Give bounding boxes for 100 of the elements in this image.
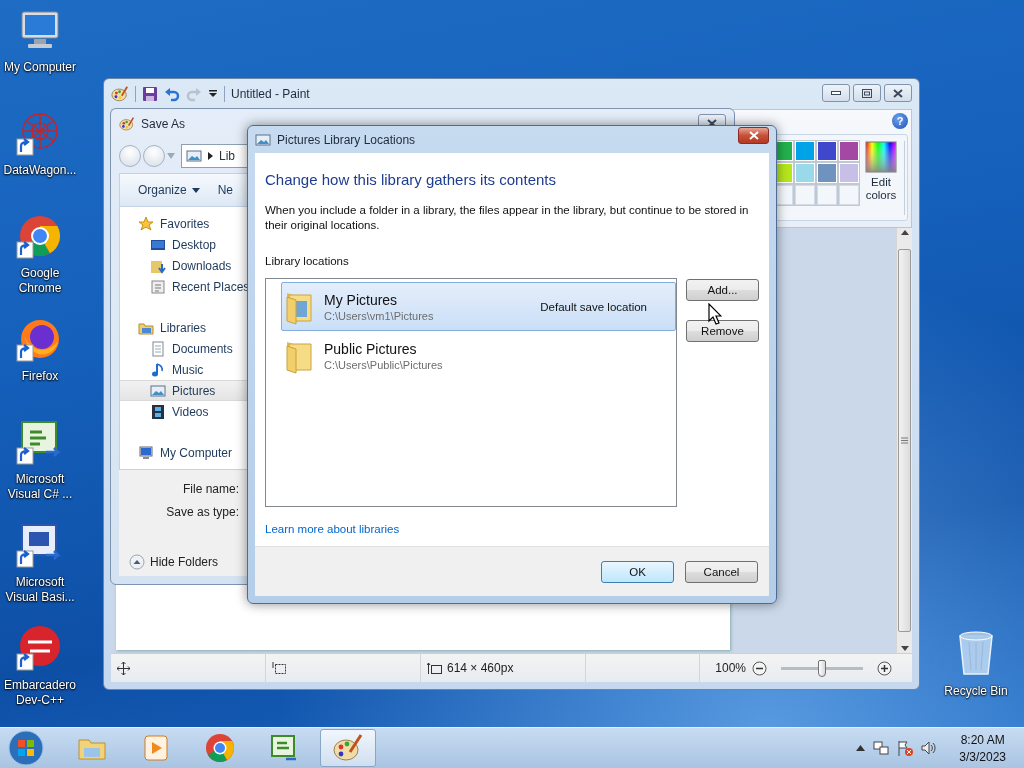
grip-icon (901, 437, 908, 444)
nav-item[interactable]: Libraries (120, 317, 248, 338)
ok-button[interactable]: OK (601, 560, 674, 583)
desktop-icon-label: DataWagon... (2, 163, 78, 178)
empty-swatch[interactable] (817, 185, 837, 205)
desktop-icon-label: Firefox (20, 369, 60, 384)
color-spectrum-icon (865, 141, 897, 173)
color-swatch[interactable] (795, 141, 815, 161)
desktop-shortcut[interactable]: Microsoft Visual Basi... (0, 521, 80, 624)
learn-more-link[interactable]: Learn more about libraries (265, 523, 400, 535)
show-hidden-icons-icon[interactable] (856, 745, 866, 751)
desktop-shortcut[interactable]: My Computer (0, 6, 80, 109)
desktop-shortcut[interactable]: DataWagon... (0, 109, 80, 212)
move-icon (117, 661, 130, 675)
music-icon (150, 361, 166, 378)
start-icon (8, 730, 44, 766)
zoom-out-icon[interactable] (752, 660, 767, 676)
location-path: C:\Users\Public\Pictures (324, 358, 444, 371)
paint-palette-icon[interactable] (111, 85, 129, 103)
taskbar-app-button[interactable] (320, 729, 376, 767)
field-label: Save as type: (165, 505, 239, 519)
color-swatch[interactable] (795, 163, 815, 183)
minimize-button[interactable] (822, 84, 850, 102)
selection-icon (272, 661, 287, 675)
caret-icon[interactable] (208, 89, 218, 99)
image-size-icon (427, 661, 442, 675)
undo-icon[interactable] (164, 86, 180, 102)
color-swatch[interactable] (817, 141, 837, 161)
hide-folders-button[interactable]: Hide Folders (129, 554, 219, 570)
cancel-button[interactable]: Cancel (685, 560, 758, 583)
nav-item[interactable]: Documents (120, 338, 248, 359)
desktop-shortcut[interactable]: Microsoft Visual C# ... (0, 418, 80, 521)
recent-icon (150, 278, 166, 295)
network-icon[interactable] (873, 740, 890, 756)
scrollbar[interactable] (896, 228, 912, 653)
save-icon[interactable] (142, 86, 158, 102)
nav-item[interactable]: Favorites (120, 213, 248, 234)
pictures-icon (255, 131, 271, 148)
start-button[interactable] (6, 729, 46, 767)
desktop-shortcut[interactable]: Embarcadero Dev-C++ (0, 624, 80, 727)
toolbar-button[interactable]: Ne (217, 183, 234, 197)
close-icon (893, 88, 903, 98)
restore-button[interactable] (853, 84, 881, 102)
paint-palette-icon[interactable] (119, 116, 135, 132)
documents-icon (150, 340, 166, 357)
location-path: C:\Users\vm1\Pictures (324, 309, 435, 322)
location-name: My Pictures (324, 291, 399, 308)
browser-icon (204, 732, 236, 764)
dialog-description: When you include a folder in a library, the files appear in the library, but continue to be stored in their original locations. (265, 203, 750, 233)
toolbar-button[interactable]: Organize (138, 183, 200, 197)
location-item[interactable]: Public Pictures C:\Users\Public\Pictures (281, 331, 676, 380)
desktop-icon-label: Google Chrome (17, 266, 63, 296)
slider-thumb[interactable] (818, 659, 826, 677)
clock[interactable]: 8:20 AM 3/3/2023 (959, 732, 1006, 764)
close-button[interactable] (884, 84, 912, 102)
caret-icon (191, 187, 200, 193)
pictures-icon (150, 382, 166, 399)
edit-colors-button[interactable]: Edit colors (862, 141, 900, 202)
restore-icon (862, 88, 872, 98)
remove-button[interactable]: Remove (686, 320, 759, 342)
dialog-heading: Change how this library gathers its contents (265, 171, 557, 188)
scroll-up-icon[interactable] (900, 230, 909, 235)
pictures-icon (186, 148, 202, 164)
list-label: Library locations (265, 255, 350, 267)
close-button[interactable] (738, 127, 769, 144)
zoom-percent: 100% (715, 661, 746, 675)
desktop-shortcut[interactable]: Google Chrome (0, 212, 80, 315)
field-label: File name: (181, 482, 239, 496)
dialog-title: Save As (141, 117, 186, 131)
location-item[interactable]: My Pictures C:\Users\vm1\Pictures Default save location (281, 282, 676, 331)
scroll-down-icon[interactable] (900, 646, 909, 651)
empty-swatch[interactable] (839, 185, 859, 205)
empty-swatch[interactable] (795, 185, 815, 205)
desktop-icon-label: My Computer (3, 60, 77, 75)
scroll-thumb[interactable] (898, 249, 911, 632)
nav-item[interactable]: Downloads (120, 255, 248, 276)
nav-item[interactable]: Videos (120, 401, 248, 422)
desktop-icon-label: Microsoft Visual C# ... (6, 472, 74, 502)
action-center-flag-icon[interactable] (897, 740, 914, 756)
color-swatch[interactable] (817, 163, 837, 183)
nav-item[interactable]: Music (120, 359, 248, 380)
default-location-note: Default save location (540, 300, 647, 313)
desktop-shortcut[interactable]: Firefox (0, 315, 80, 418)
window-title: Untitled - Paint (231, 87, 310, 101)
favorites-icon (138, 215, 154, 232)
desktop-icon-label: Embarcadero Dev-C++ (2, 678, 77, 708)
cursor-icon (708, 303, 722, 325)
nav-item[interactable]: Desktop (120, 234, 248, 255)
minimize-icon (831, 91, 841, 95)
zoom-in-icon[interactable] (877, 660, 892, 676)
nav-item[interactable]: Pictures (120, 380, 248, 401)
color-swatch[interactable] (839, 141, 859, 161)
recycle-bin-icon (956, 630, 996, 676)
color-swatch[interactable] (839, 163, 859, 183)
nav-item[interactable]: My Computer (120, 442, 248, 463)
recycle-bin[interactable]: Recycle Bin (936, 630, 1016, 699)
location-name: Public Pictures (324, 340, 418, 357)
volume-icon[interactable] (921, 740, 938, 756)
paint-palette-icon (332, 732, 364, 764)
add-button[interactable]: Add... (686, 279, 759, 301)
